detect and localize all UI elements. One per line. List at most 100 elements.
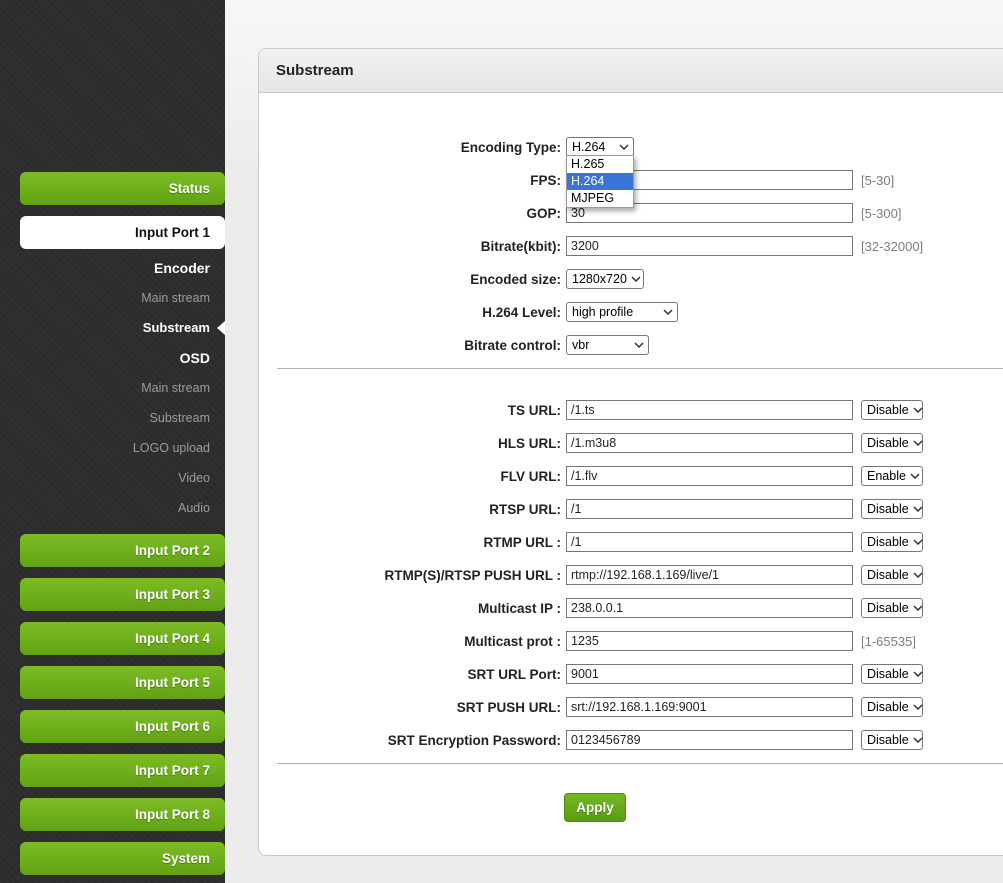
flv-url-row: FLV URL: Enable <box>259 466 1003 486</box>
sidebar-item-input-port-3[interactable]: Input Port 3 <box>20 578 225 611</box>
chevron-down-icon <box>913 605 923 611</box>
sidebar-item-video[interactable]: Video <box>0 463 225 493</box>
bitrate-control-select[interactable]: vbr <box>566 335 649 355</box>
srt-password-label: SRT Encryption Password: <box>387 732 561 748</box>
flv-url-input[interactable] <box>566 466 853 486</box>
ts-url-state-select[interactable]: Disable <box>861 400 923 420</box>
chevron-down-icon <box>913 407 923 413</box>
bitrate-range-hint: [32-32000] <box>861 238 924 254</box>
page-title: Substream <box>276 62 354 79</box>
multicast-port-row: Multicast prot : [1-65535] <box>259 631 1003 651</box>
dropdown-option-mjpeg[interactable]: MJPEG <box>567 190 633 207</box>
encoding-type-value: H.264 <box>572 140 606 154</box>
hls-url-state-value: Disable <box>867 436 909 450</box>
hls-url-label: HLS URL: <box>498 435 561 451</box>
sidebar-item-encoder-main-stream[interactable]: Main stream <box>0 283 225 313</box>
bitrate-row: Bitrate(kbit): [32-32000] <box>259 236 1003 256</box>
sidebar-item-system[interactable]: System <box>20 842 225 875</box>
active-item-arrow-icon <box>217 321 225 335</box>
panel-header: Substream <box>259 49 1003 93</box>
bitrate-control-value: vbr <box>572 338 590 352</box>
srt-password-state-select[interactable]: Disable <box>861 730 923 750</box>
flv-url-label: FLV URL: <box>500 468 562 484</box>
hls-url-row: HLS URL: Disable <box>259 433 1003 453</box>
ts-url-state-value: Disable <box>867 403 909 417</box>
sidebar-item-input-port-6[interactable]: Input Port 6 <box>20 710 225 743</box>
section-divider <box>277 368 1003 369</box>
sidebar-item-input-port-4[interactable]: Input Port 4 <box>20 622 225 655</box>
sidebar-item-status[interactable]: Status <box>20 172 225 205</box>
srt-url-port-state-select[interactable]: Disable <box>861 664 923 684</box>
h264-level-row: H.264 Level: high profile <box>259 302 1003 322</box>
rtmp-push-url-row: RTMP(S)/RTSP PUSH URL : Disable <box>259 565 1003 585</box>
sidebar-item-encoder-substream[interactable]: Substream <box>0 313 225 343</box>
sidebar-heading-encoder: Encoder <box>153 260 210 276</box>
dropdown-option-h264-selected[interactable]: H.264 <box>567 173 633 190</box>
sidebar-item-input-port-2[interactable]: Input Port 2 <box>20 534 225 567</box>
sidebar-item-osd-main-stream[interactable]: Main stream <box>0 373 225 403</box>
srt-password-input[interactable] <box>566 730 853 750</box>
sidebar-item-input-port-8[interactable]: Input Port 8 <box>20 798 225 831</box>
chevron-down-icon <box>913 737 923 743</box>
h264-level-label: H.264 Level: <box>482 304 561 320</box>
chevron-down-icon <box>913 440 923 446</box>
flv-url-state-select[interactable]: Enable <box>861 466 923 486</box>
rtsp-url-state-select[interactable]: Disable <box>861 499 923 519</box>
sidebar-item-audio[interactable]: Audio <box>0 493 225 523</box>
encoding-type-row: Encoding Type: H.264 H.265 H.264 MJPEG <box>259 137 1003 208</box>
multicast-ip-state-select[interactable]: Disable <box>861 598 923 618</box>
srt-push-url-input[interactable] <box>566 697 853 717</box>
multicast-port-input[interactable] <box>566 631 853 651</box>
srt-url-port-label: SRT URL Port: <box>467 666 562 682</box>
encoded-size-label: Encoded size: <box>470 271 561 287</box>
sidebar-item-input-port-7[interactable]: Input Port 7 <box>20 754 225 787</box>
sidebar-item-osd-substream[interactable]: Substream <box>0 403 225 433</box>
hls-url-state-select[interactable]: Disable <box>861 433 923 453</box>
flv-url-state-value: Enable <box>867 469 906 483</box>
hls-url-input[interactable] <box>566 433 853 453</box>
encoding-type-label: Encoding Type: <box>460 139 561 155</box>
bitrate-input[interactable] <box>566 236 853 256</box>
sidebar-item-input-port-1[interactable]: Input Port 1 <box>20 216 225 249</box>
rtmp-push-url-input[interactable] <box>566 565 853 585</box>
multicast-ip-input[interactable] <box>566 598 853 618</box>
srt-url-port-state-value: Disable <box>867 667 909 681</box>
rtmp-push-url-state-select[interactable]: Disable <box>861 565 923 585</box>
chevron-down-icon <box>634 342 644 348</box>
rtsp-url-input[interactable] <box>566 499 853 519</box>
ts-url-input[interactable] <box>566 400 853 420</box>
h264-level-select[interactable]: high profile <box>566 302 678 322</box>
rtmp-url-state-select[interactable]: Disable <box>861 532 923 552</box>
substream-panel: Substream Encoding Type: H.264 H.265 H.2… <box>258 48 1003 856</box>
srt-push-url-state-select[interactable]: Disable <box>861 697 923 717</box>
gop-range-hint: [5-300] <box>861 205 902 221</box>
rtmp-push-url-state-value: Disable <box>867 568 909 582</box>
fps-range-hint: [5-30] <box>861 172 895 188</box>
dropdown-option-h265[interactable]: H.265 <box>567 156 633 173</box>
chevron-down-icon <box>913 704 923 710</box>
sidebar-heading-osd: OSD <box>179 350 210 366</box>
srt-password-state-value: Disable <box>867 733 909 747</box>
multicast-ip-state-value: Disable <box>867 601 909 615</box>
multicast-port-label: Multicast prot : <box>464 633 561 649</box>
main-content-area: Substream Encoding Type: H.264 H.265 H.2… <box>225 0 1003 883</box>
h264-level-value: high profile <box>572 305 634 319</box>
encoding-type-select[interactable]: H.264 <box>566 137 634 157</box>
bitrate-control-label: Bitrate control: <box>464 337 561 353</box>
rtmp-url-input[interactable] <box>566 532 853 552</box>
chevron-down-icon <box>619 144 629 150</box>
sidebar-item-logo-upload[interactable]: LOGO upload <box>0 433 225 463</box>
srt-url-port-input[interactable] <box>566 664 853 684</box>
bitrate-label: Bitrate(kbit): <box>480 238 561 254</box>
multicast-ip-row: Multicast IP : Disable <box>259 598 1003 618</box>
multicast-port-range-hint: [1-65535] <box>861 633 916 649</box>
chevron-down-icon <box>663 309 673 315</box>
sidebar-item-input-port-5[interactable]: Input Port 5 <box>20 666 225 699</box>
encoded-size-select[interactable]: 1280x720 <box>566 269 644 289</box>
apply-button[interactable]: Apply <box>564 793 626 822</box>
section-divider <box>277 763 1003 764</box>
chevron-down-icon <box>913 671 923 677</box>
srt-url-port-row: SRT URL Port: Disable <box>259 664 1003 684</box>
rtsp-url-row: RTSP URL: Disable <box>259 499 1003 519</box>
